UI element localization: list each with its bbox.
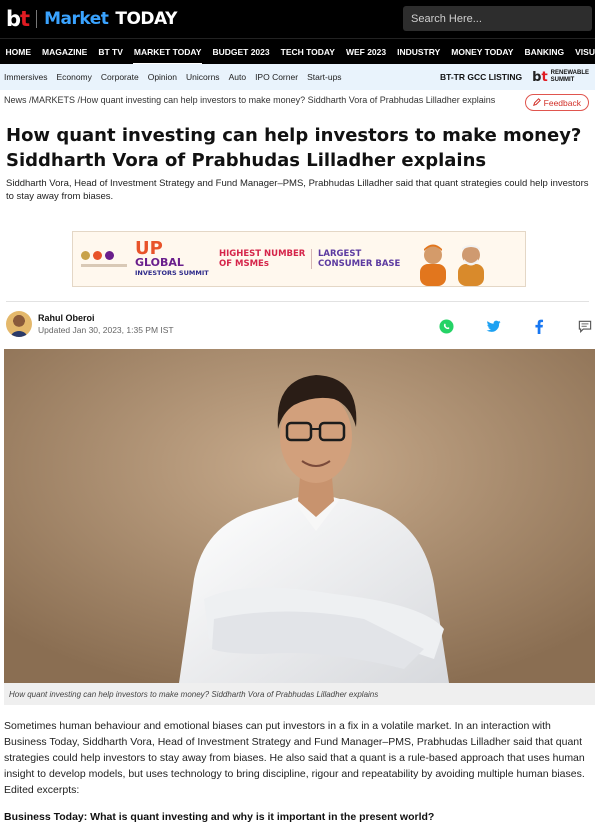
- search-input[interactable]: [411, 12, 592, 25]
- search-box[interactable]: [403, 6, 592, 31]
- gcc-listing-link[interactable]: BT-TR GCC LISTING: [440, 72, 522, 82]
- nav-item-industry[interactable]: INDUSTRY: [392, 39, 446, 64]
- avatar[interactable]: [6, 311, 32, 337]
- main-nav: HOME MAGAZINE BT TV MARKET TODAY BUDGET …: [0, 38, 595, 64]
- logo-today-text: TODAY: [115, 9, 177, 29]
- ad-person-2: [458, 245, 484, 286]
- breadcrumb: News /MARKETS /How quant investing can h…: [4, 95, 496, 105]
- nav-item-home[interactable]: HOME: [0, 39, 37, 64]
- share-bar: [435, 317, 595, 335]
- subnav-item-economy[interactable]: Economy: [56, 72, 91, 82]
- nav-item-magazine[interactable]: MAGAZINE: [37, 39, 93, 64]
- site-logo[interactable]: bt Market TODAY: [6, 6, 177, 31]
- subnav-item-auto[interactable]: Auto: [229, 72, 247, 82]
- subnav-item-ipo-corner[interactable]: IPO Corner: [255, 72, 298, 82]
- author-block: Rahul Oberoi Updated Jan 30, 2023, 1:35 …: [6, 311, 174, 337]
- ad-emblem-icon: [93, 251, 102, 260]
- renewable-line-2: SUMMIT: [550, 77, 575, 83]
- subnav-item-unicorns[interactable]: Unicorns: [186, 72, 220, 82]
- article-summary: Siddharth Vora, Head of Investment Strat…: [6, 178, 589, 202]
- image-caption-text: How quant investing can help investors t…: [9, 689, 379, 699]
- nav-item-budget-2023[interactable]: BUDGET 2023: [207, 39, 275, 64]
- renewable-line-1: RENEWABLE: [550, 70, 589, 76]
- ad-summit-logo: UP GLOBAL INVESTORS SUMMIT: [135, 240, 219, 278]
- author-name[interactable]: Rahul Oberoi: [38, 312, 174, 324]
- ad-person-1: [420, 244, 446, 286]
- renewable-summit-text: RENEWABLE SUMMIT: [551, 70, 589, 84]
- bt-logo: bt: [6, 6, 30, 31]
- ad-people-image: [403, 232, 525, 286]
- comment-icon[interactable]: [576, 317, 594, 335]
- nav-item-money-today[interactable]: MONEY TODAY: [446, 39, 519, 64]
- logo-divider: [36, 10, 38, 28]
- facebook-icon[interactable]: [530, 317, 548, 335]
- article-question: Business Today: What is quant investing …: [4, 811, 435, 823]
- sub-nav: Immersives Economy Corporate Opinion Uni…: [0, 64, 595, 90]
- renewable-summit-link[interactable]: bt RENEWABLE SUMMIT: [532, 70, 589, 85]
- article-title: How quant investing can help investors t…: [6, 125, 582, 171]
- nav-item-tech-today[interactable]: TECH TODAY: [275, 39, 340, 64]
- breadcrumb-row: News /MARKETS /How quant investing can h…: [0, 90, 595, 122]
- pencil-icon: [532, 97, 541, 108]
- top-header: bt Market TODAY: [0, 0, 595, 38]
- updated-date: Updated Jan 30, 2023, 1:35 PM IST: [38, 324, 174, 335]
- nav-item-visual[interactable]: VISUAL: [570, 39, 595, 64]
- article-body: Sometimes human behaviour and emotional …: [4, 720, 585, 796]
- ad-emblem-icon: [105, 251, 114, 260]
- renewable-bt-logo: bt: [532, 69, 548, 85]
- subnav-item-start-ups[interactable]: Start-ups: [307, 72, 342, 82]
- subnav-item-opinion[interactable]: Opinion: [148, 72, 177, 82]
- hero-photo: [4, 349, 595, 683]
- twitter-icon[interactable]: [484, 317, 502, 335]
- ad-strip: [81, 264, 127, 267]
- image-caption: How quant investing can help investors t…: [4, 683, 595, 705]
- whatsapp-icon[interactable]: [437, 317, 455, 335]
- ad-logo-summit: INVESTORS SUMMIT: [135, 269, 209, 277]
- nav-item-wef-2023[interactable]: WEF 2023: [340, 39, 391, 64]
- subnav-item-corporate[interactable]: Corporate: [101, 72, 139, 82]
- nav-item-bt-tv[interactable]: BT TV: [93, 39, 129, 64]
- breadcrumb-current: How quant investing can help investors t…: [80, 95, 496, 105]
- nav-item-banking[interactable]: BANKING: [519, 39, 570, 64]
- article-hero-image: [4, 349, 595, 683]
- logo-market-text: Market: [44, 9, 109, 29]
- ad-logo-global: GLOBAL: [135, 256, 184, 269]
- header-divider: [6, 301, 589, 302]
- ad-text-consumer: LARGEST CONSUMER BASE: [311, 249, 403, 269]
- breadcrumb-markets[interactable]: MARKETS: [32, 95, 76, 105]
- ad-banner[interactable]: UP GLOBAL INVESTORS SUMMIT HIGHEST NUMBE…: [72, 231, 526, 287]
- subnav-item-immersives[interactable]: Immersives: [4, 72, 47, 82]
- ad-badges: [73, 232, 135, 286]
- ad-text-msme: HIGHEST NUMBER OF MSMEs: [219, 249, 306, 269]
- ad-emblem-icon: [81, 251, 90, 260]
- feedback-button[interactable]: Feedback: [524, 94, 589, 111]
- breadcrumb-news[interactable]: News: [4, 95, 27, 105]
- feedback-label: Feedback: [543, 97, 581, 108]
- nav-item-market-today[interactable]: MARKET TODAY: [128, 39, 207, 64]
